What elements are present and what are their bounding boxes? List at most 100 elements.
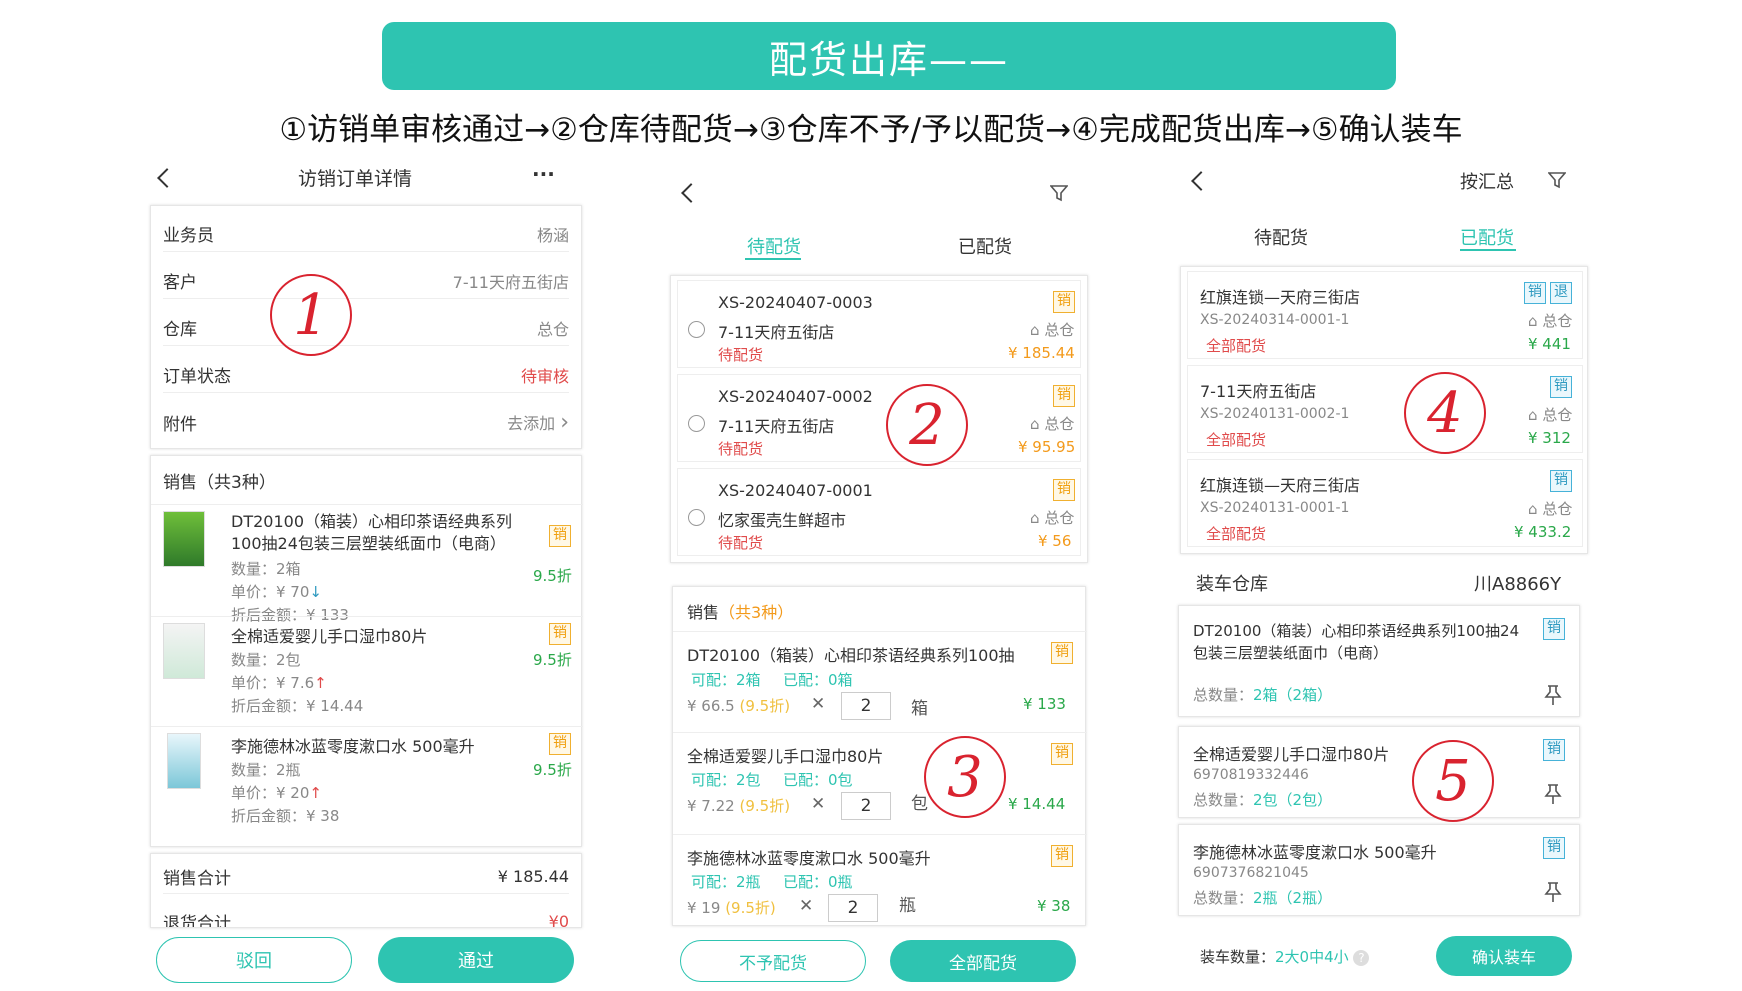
select-radio[interactable]: [688, 415, 705, 432]
item-name: 全棉适爱婴儿手口湿巾80片: [1193, 745, 1390, 764]
allocate-all-button[interactable]: 全部配货: [890, 940, 1076, 982]
item-name: DT20100（箱装）心相印茶语经典系列100抽24包装三层塑装纸面巾（电商）: [231, 512, 512, 553]
quantity-input[interactable]: 2: [841, 792, 891, 820]
sale-badge: 销: [1543, 618, 1565, 640]
order-no: XS-20240131-0001-1: [1200, 500, 1350, 516]
sales-label: 销售: [687, 603, 720, 622]
chevron-right-icon: ›: [560, 409, 569, 435]
sale-badge: 销: [1543, 739, 1565, 761]
quantity-input[interactable]: 2: [841, 692, 891, 720]
list-item[interactable]: 全棉适爱婴儿手口湿巾80片 销 9.5折 数量：2包 单价：¥ 7.6↑ 折后金…: [151, 616, 583, 715]
qty-label: 总数量：: [1193, 889, 1254, 907]
tab-allocated[interactable]: 已配货: [1460, 224, 1514, 250]
add-attachment-link[interactable]: 去添加: [507, 414, 555, 433]
reject-button[interactable]: 驳回: [156, 937, 352, 983]
flow-steps: ①访销单审核通过→②仓库待配货→③仓库不予/予以配货→④完成配货出库→⑤确认装车: [279, 112, 1463, 148]
order-status: 待配货: [718, 534, 764, 552]
warehouse-icon: ⌂: [1030, 321, 1040, 339]
info-row-customer[interactable]: 客户 7-11天府五街店: [163, 263, 569, 299]
summary-button[interactable]: 按汇总: [1460, 168, 1514, 194]
filter-icon[interactable]: [1050, 184, 1068, 202]
order-amount: ¥ 95.95: [1018, 438, 1076, 456]
order-row[interactable]: XS-20240407-0003 7-11天府五街店 待配货 销 ⌂ 总仓 ¥ …: [677, 280, 1081, 368]
sale-badge: 销: [549, 733, 571, 755]
step-marker-4: 4: [1404, 372, 1486, 454]
select-radio[interactable]: [688, 321, 705, 338]
line-total: ¥ 38: [1037, 897, 1071, 915]
pin-icon[interactable]: [1543, 783, 1563, 805]
warehouse-name: 总仓: [1044, 509, 1075, 527]
tab-indicator: [745, 258, 801, 260]
sale-badge: 销: [1524, 282, 1546, 304]
step-marker-2: 2: [886, 384, 968, 466]
tab-indicator: [1460, 249, 1516, 251]
allocation-line: DT20100（箱装）心相印茶语经典系列100抽 销 可配：2箱 已配：0箱 ¥…: [673, 631, 1087, 731]
load-item[interactable]: 李施德林冰蓝零度漱口水 500毫升 销 6907376821045 总数量：2瓶…: [1178, 824, 1580, 916]
multiply-icon: ✕: [811, 794, 826, 814]
can-allocate: 可配：2瓶: [691, 873, 761, 891]
allocated: 已配：0包: [783, 771, 853, 789]
allocation-lines-card: 销售（共3种） DT20100（箱装）心相印茶语经典系列100抽 销 可配：2箱…: [672, 586, 1087, 926]
order-row[interactable]: 红旗连锁—天府三街店 XS-20240314-0001-1 全部配货 销 退 ⌂…: [1187, 271, 1583, 359]
discount: 9.5折: [533, 761, 572, 779]
order-row[interactable]: 7-11天府五街店 XS-20240131-0002-1 全部配货 销 ⌂ 总仓…: [1187, 365, 1583, 453]
unit-label: 包: [911, 794, 928, 814]
item-qty: 数量：2瓶: [231, 761, 301, 779]
sale-badge: 销: [1051, 845, 1073, 867]
store-name: 7-11天府五街店: [718, 417, 835, 436]
item-price: 单价：¥ 20: [231, 784, 310, 802]
qty-label: 总数量：: [1193, 686, 1254, 704]
allocated: 已配：0箱: [783, 671, 853, 689]
list-item[interactable]: DT20100（箱装）心相印茶语经典系列100抽24包装三层塑装纸面巾（电商） …: [151, 504, 583, 624]
load-count-label: 装车数量：: [1200, 948, 1276, 966]
help-icon[interactable]: ?: [1353, 950, 1370, 966]
no-allocate-button[interactable]: 不予配货: [680, 940, 866, 982]
item-name: DT20100（箱装）心相印茶语经典系列100抽: [687, 646, 1015, 665]
load-item[interactable]: 全棉适爱婴儿手口湿巾80片 销 6970819332446 总数量：2包（2包）: [1178, 726, 1580, 818]
order-row[interactable]: XS-20240407-0001 忆家蛋壳生鲜超市 待配货 销 ⌂ 总仓 ¥ 5…: [677, 468, 1081, 556]
tab-pending[interactable]: 待配货: [1254, 224, 1308, 250]
order-row[interactable]: XS-20240407-0002 7-11天府五街店 待配货 销 ⌂ 总仓 ¥ …: [677, 374, 1081, 462]
discount: 9.5折: [533, 567, 572, 585]
warehouse-icon: ⌂: [1528, 500, 1538, 518]
order-info-card: 业务员 杨涵 客户 7-11天府五街店 仓库 总仓 订单状态 待审核 附件 去添加 ›: [150, 205, 582, 449]
filter-icon[interactable]: [1548, 171, 1566, 189]
page-title: 访销订单详情: [298, 168, 413, 190]
info-row-attachment[interactable]: 附件 去添加 ›: [163, 404, 569, 440]
load-item[interactable]: DT20100（箱装）心相印茶语经典系列100抽24包装三层塑装纸面巾（电商） …: [1178, 605, 1580, 717]
tab-allocated[interactable]: 已配货: [958, 233, 1012, 259]
line-total: ¥ 14.44: [1008, 795, 1066, 813]
confirm-load-button[interactable]: 确认装车: [1436, 936, 1572, 976]
order-amount: ¥ 441: [1528, 335, 1571, 353]
step-marker-1: 1: [270, 274, 352, 356]
select-radio[interactable]: [688, 509, 705, 526]
order-row[interactable]: 红旗连锁—天府三街店 XS-20240131-0001-1 全部配货 销 ⌂ 总…: [1187, 459, 1583, 547]
order-no: XS-20240407-0001: [718, 481, 873, 500]
multiply-icon: ✕: [799, 896, 814, 916]
order-amount: ¥ 433.2: [1514, 523, 1572, 541]
unit-label: 箱: [911, 699, 928, 719]
order-status: 待配货: [718, 440, 764, 458]
more-icon[interactable]: ···: [532, 162, 555, 186]
pin-icon[interactable]: [1543, 684, 1563, 706]
banner-title: 配货出库——: [768, 37, 1009, 82]
back-icon[interactable]: [1191, 171, 1211, 191]
warehouse-name: 总仓: [1542, 500, 1573, 518]
back-icon[interactable]: [157, 168, 177, 188]
sale-badge: 销: [1051, 743, 1073, 765]
list-item[interactable]: 李施德林冰蓝零度漱口水 500毫升 销 9.5折 数量：2瓶 单价：¥ 20↑ …: [151, 726, 583, 830]
pass-button[interactable]: 通过: [378, 937, 574, 983]
sales-header: 销售（共3种）: [163, 473, 276, 493]
item-name: 李施德林冰蓝零度漱口水 500毫升: [1193, 843, 1437, 862]
quantity-input[interactable]: 2: [828, 894, 878, 922]
order-no: XS-20240314-0001-1: [1200, 312, 1350, 328]
step-marker-3: 3: [924, 736, 1006, 818]
back-icon[interactable]: [681, 183, 701, 203]
tab-pending[interactable]: 待配货: [747, 233, 801, 259]
info-row-warehouse[interactable]: 仓库 总仓: [163, 310, 569, 346]
pin-icon[interactable]: [1543, 881, 1563, 903]
sales-total-row: 销售合计 ¥ 185.44: [163, 860, 569, 894]
total-qty: 2箱（2箱）: [1253, 686, 1333, 704]
info-row-salesman: 业务员 杨涵: [163, 216, 569, 252]
plate-number[interactable]: 川A8866Y: [1474, 570, 1561, 596]
